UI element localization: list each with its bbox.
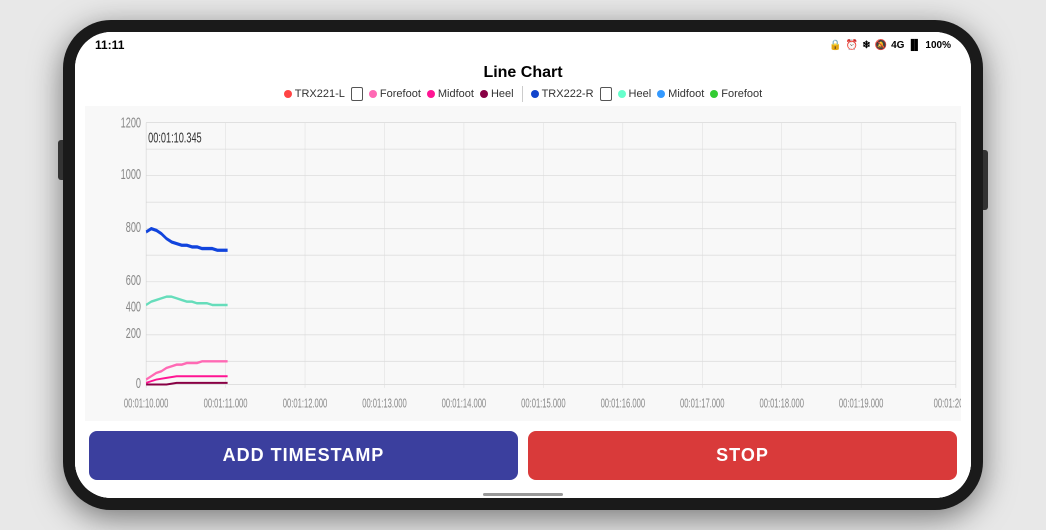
svg-text:00:01:17.000: 00:01:17.000: [680, 398, 725, 411]
left-device-dot: [284, 90, 292, 98]
svg-text:00:01:11.000: 00:01:11.000: [204, 398, 248, 411]
svg-text:1200: 1200: [121, 114, 141, 131]
svg-text:00:01:16.000: 00:01:16.000: [601, 398, 646, 411]
svg-text:600: 600: [126, 272, 141, 289]
home-indicator: [75, 490, 971, 498]
right-device-label: TRX222-R: [542, 88, 594, 100]
alarm-icon: ⏰: [846, 40, 858, 51]
stop-button[interactable]: STOP: [528, 431, 957, 480]
svg-text:200: 200: [126, 325, 141, 342]
status-time: 11:11: [95, 38, 124, 52]
status-icons: 🔒 ⏰ ❄ 🔕 4G ▐▌ 100%: [829, 40, 951, 51]
chart-legend: TRX221-L Forefoot Midfoot Heel: [75, 86, 971, 106]
heel-left-label: Heel: [491, 88, 514, 100]
midfoot-left-label: Midfoot: [438, 88, 474, 100]
legend-forefoot-left: Forefoot: [369, 88, 421, 100]
sound-icon: 🔕: [875, 40, 887, 51]
phone-frame: 11:11 🔒 ⏰ ❄ 🔕 4G ▐▌ 100% Line Chart TRX2…: [63, 20, 983, 510]
svg-text:00:01:10.000: 00:01:10.000: [124, 398, 169, 411]
midfoot-right-label: Midfoot: [668, 88, 704, 100]
left-device-label: TRX221-L: [295, 88, 345, 100]
forefoot-right-dot: [710, 90, 718, 98]
app-content: Line Chart TRX221-L Forefoot Midfoo: [75, 56, 971, 498]
line-chart-svg: 1200 1000 800 600 400 200 0: [85, 106, 961, 421]
midfoot-right-dot: [657, 90, 665, 98]
legend-right-group: TRX222-R Heel Midfoot Forefoot: [531, 87, 763, 101]
chart-title: Line Chart: [75, 56, 971, 86]
svg-text:00:01:14.000: 00:01:14.000: [442, 398, 487, 411]
legend-separator: [522, 86, 523, 102]
heel-left-dot: [480, 90, 488, 98]
right-device-dot: [531, 90, 539, 98]
legend-heel-left: Heel: [480, 88, 514, 100]
chart-area: 1200 1000 800 600 400 200 0: [75, 106, 971, 423]
svg-text:00:01:19.000: 00:01:19.000: [839, 398, 884, 411]
left-battery-icon: [351, 87, 363, 101]
status-bar: 11:11 🔒 ⏰ ❄ 🔕 4G ▐▌ 100%: [75, 32, 971, 56]
svg-text:0: 0: [136, 375, 141, 392]
forefoot-left-label: Forefoot: [380, 88, 421, 100]
legend-midfoot-left: Midfoot: [427, 88, 474, 100]
lock-icon: 🔒: [829, 40, 841, 51]
home-bar: [483, 493, 563, 496]
signal-icon: 4G ▐▌: [891, 40, 921, 51]
svg-text:800: 800: [126, 219, 141, 236]
midfoot-left-dot: [427, 90, 435, 98]
add-timestamp-button[interactable]: ADD TIMESTAMP: [89, 431, 518, 480]
svg-text:00:01:10.345: 00:01:10.345: [148, 129, 202, 146]
forefoot-right-label: Forefoot: [721, 88, 762, 100]
button-bar: ADD TIMESTAMP STOP: [75, 423, 971, 490]
svg-text:00:01:13.000: 00:01:13.000: [362, 398, 407, 411]
legend-left-group: TRX221-L Forefoot Midfoot Heel: [284, 87, 514, 101]
heel-right-label: Heel: [629, 88, 652, 100]
svg-text:00:01:15.000: 00:01:15.000: [521, 398, 566, 411]
bluetooth-icon: ❄: [862, 40, 870, 51]
phone-screen: 11:11 🔒 ⏰ ❄ 🔕 4G ▐▌ 100% Line Chart TRX2…: [75, 32, 971, 498]
right-battery-icon: [600, 87, 612, 101]
svg-text:00:01:18.000: 00:01:18.000: [759, 398, 804, 411]
svg-text:00:01:12.000: 00:01:12.000: [283, 398, 328, 411]
legend-heel-right: Heel: [618, 88, 652, 100]
legend-forefoot-right: Forefoot: [710, 88, 762, 100]
svg-text:1000: 1000: [121, 166, 141, 183]
forefoot-left-dot: [369, 90, 377, 98]
svg-text:00:01:20.000: 00:01:20.000: [934, 398, 961, 411]
legend-right-device: TRX222-R: [531, 88, 594, 100]
heel-right-dot: [618, 90, 626, 98]
legend-midfoot-right: Midfoot: [657, 88, 704, 100]
svg-text:400: 400: [126, 298, 141, 315]
legend-left-device: TRX221-L: [284, 88, 345, 100]
battery-label: 100%: [925, 40, 951, 51]
